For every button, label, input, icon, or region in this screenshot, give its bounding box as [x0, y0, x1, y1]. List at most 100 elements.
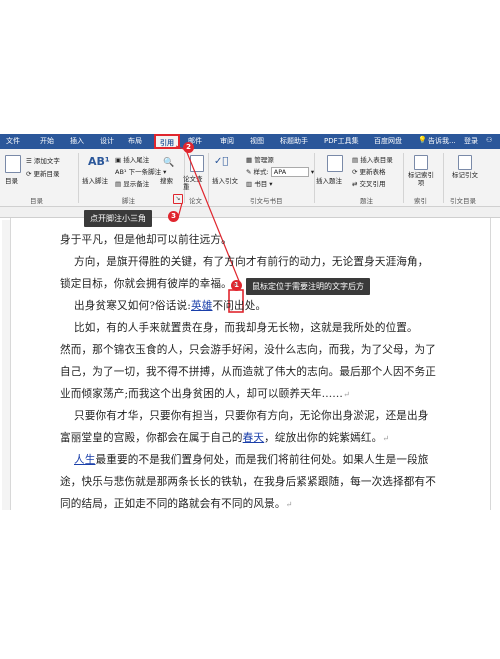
add-text-button[interactable]: ☰ 添加文字 — [26, 155, 60, 165]
paper-lookup-button[interactable]: 论文查重 — [183, 175, 207, 191]
cross-reference-label: 交叉引用 — [359, 180, 386, 188]
style-label: 样式: — [253, 168, 269, 176]
doc-text: 富丽堂皇的宫殿，你都会在属于自己的 — [60, 432, 243, 444]
doc-paragraph-line: 比如，有的人手来就置贵在身，而我却身无长物，这就是我所处的位置。 — [74, 322, 418, 334]
show-notes-button[interactable]: ▤ 显示备注 — [115, 178, 149, 188]
add-text-label: 添加文字 — [33, 157, 60, 165]
table-of-contents-icon — [5, 155, 21, 173]
update-table-label: 更新表格 — [359, 168, 386, 176]
insert-caption-button[interactable]: 插入题注 — [316, 175, 342, 185]
doc-text: 出身贫寒又如何?俗话说: — [74, 300, 191, 312]
group-separator — [403, 153, 404, 203]
doc-paragraph-line: 人生最重要的不是我们置身何处，而是我们将前往何处。如果人生是一段旅 — [74, 452, 429, 467]
tab-view[interactable]: 视图 — [250, 136, 264, 146]
manage-sources-label: 管理源 — [254, 156, 274, 164]
toc-button[interactable]: 目录 — [5, 175, 18, 185]
update-table-button[interactable]: ⟳ 更新表格 — [352, 166, 386, 176]
tab-file[interactable]: 文件 — [6, 136, 20, 146]
doc-text: 同的结局，正如走不同的路就会有不同的风景。 — [60, 498, 286, 510]
doc-text: 锁定目标，你就会拥有彼岸的幸福。 — [60, 278, 232, 290]
insert-footnote-button[interactable]: 插入脚注 — [82, 175, 108, 185]
doc-paragraph-line: 然而，那个锦衣玉食的人，只会游手好闲，没什么志向，而我，为了父母，为了 — [60, 344, 437, 356]
search-button[interactable]: 搜索 — [160, 175, 173, 185]
callout-position-cursor: 鼠标定位于需要注明的文字后方 — [246, 278, 370, 295]
doc-paragraph-line: 自己，为了一切，我不得不拼搏，从而造就了伟大的志向。最后那个人因不务正 — [60, 366, 437, 378]
share-icon[interactable]: ⚇ — [486, 136, 492, 144]
tab-pdf-tools[interactable]: PDF工具集 — [324, 136, 359, 146]
insert-caption-icon — [327, 155, 343, 172]
vertical-ruler[interactable] — [2, 220, 10, 510]
group-label-footnotes: 脚注 — [122, 197, 135, 205]
doc-paragraph-line: 途，快乐与悲伤就是那两条长长的铁轨，在我身后紧紧跟随，每一次选择都有不 — [60, 476, 437, 488]
mark-entry-icon — [414, 155, 428, 170]
group-label-paper: 论文 — [189, 197, 202, 205]
doc-paragraph-line: 锁定目标，你就会拥有彼岸的幸福。↵ — [60, 276, 239, 291]
tab-baidu-pan[interactable]: 百度网盘 — [374, 136, 402, 146]
paragraph-mark-icon: ↵ — [231, 280, 239, 289]
horizontal-ruler[interactable] — [0, 207, 500, 218]
show-notes-label: 显示备注 — [123, 180, 150, 188]
insert-endnote-label: 插入尾注 — [123, 156, 150, 164]
group-label-index: 索引 — [414, 197, 427, 205]
tab-home[interactable]: 开始 — [40, 136, 54, 146]
insert-endnote-button[interactable]: ▣ 插入尾注 — [115, 154, 149, 164]
group-label-captions: 题注 — [360, 197, 373, 205]
login-link[interactable]: 登录 — [464, 136, 478, 146]
footnote-dialog-launcher-icon[interactable]: ↘ — [173, 194, 183, 204]
doc-paragraph-line: 只要你有才华，只要你有担当，只要你有方向，无论你出身淤泥，还是出身 — [74, 410, 429, 422]
doc-text: 业而倾家荡产;而我这个出身贫困的人，却可以颐养天年…… — [60, 388, 344, 400]
update-toc-label: 更新目录 — [33, 170, 60, 178]
style-dropdown[interactable]: APA — [270, 167, 309, 177]
doc-paragraph-line: 富丽堂皇的宫殿，你都会在属于自己的春天，绽放出你的姹紫嫣红。↵ — [60, 430, 389, 445]
doc-paragraph-line: 业而倾家荡产;而我这个出身贫困的人，却可以颐养天年……↵ — [60, 386, 350, 401]
mark-entry-button[interactable]: 标记索引项 — [408, 171, 434, 187]
page-right-edge — [490, 218, 491, 510]
doc-paragraph-line: 出身贫寒又如何?俗话说:英雄不问出处。 — [74, 298, 266, 313]
doc-paragraph-line: 方向，是旗开得胜的关键，有了方向才有前行的动力，无论置身天涯海角， — [74, 256, 429, 268]
lightbulb-icon: 💡 — [418, 136, 427, 144]
insert-table-of-figures-label: 插入表目录 — [360, 156, 393, 164]
tab-insert[interactable]: 插入 — [70, 136, 84, 146]
manage-sources-button[interactable]: ▦ 管理源 — [246, 154, 274, 164]
doc-paragraph-line: 身于平凡，但是他却可以前往远方。 — [60, 234, 232, 246]
page-left-edge — [10, 218, 11, 510]
paper-lookup-icon — [190, 155, 204, 172]
mark-citation-icon — [458, 155, 472, 170]
paragraph-mark-icon: ↵ — [382, 434, 390, 443]
hero-link[interactable]: 英雄 — [191, 300, 213, 312]
callout-open-footnote: 点开脚注小三角 — [84, 210, 152, 227]
ribbon-tab-bar: 文件 开始 插入 设计 布局 引用 邮件 审阅 视图 标题助手 PDF工具集 百… — [0, 134, 500, 149]
update-toc-button[interactable]: ⟳ 更新目录 — [26, 168, 60, 178]
insert-citation-button[interactable]: 插入引文 — [212, 175, 238, 185]
spring-link[interactable]: 春天 — [243, 432, 265, 444]
group-separator — [78, 153, 79, 203]
next-footnote-button[interactable]: AB¹ 下一条脚注 ▾ — [115, 166, 166, 176]
footnote-ab-icon: AB¹ — [88, 155, 110, 168]
paragraph-mark-icon: ↵ — [285, 500, 293, 509]
cross-reference-button[interactable]: ⇄ 交叉引用 — [352, 178, 386, 188]
group-label-citations: 引文与书目 — [250, 197, 283, 205]
style-selector[interactable]: ✎ 样式: APA ▾ — [246, 166, 314, 177]
tab-design[interactable]: 设计 — [100, 136, 114, 146]
bibliography-button[interactable]: ▥ 书目 ▾ — [246, 178, 273, 188]
doc-text: 不问出处。 — [212, 300, 267, 312]
search-icon: 🔍 — [163, 158, 175, 168]
doc-text: 最重要的不是我们置身何处，而是我们将前往何处。如果人生是一段旅 — [95, 454, 429, 466]
tab-title-helper[interactable]: 标题助手 — [280, 136, 308, 146]
life-link[interactable]: 人生 — [74, 454, 96, 466]
paragraph-mark-icon: ↵ — [343, 390, 350, 399]
tab-layout[interactable]: 布局 — [128, 136, 142, 146]
bibliography-label: 书目 — [254, 180, 268, 188]
tab-review[interactable]: 审阅 — [220, 136, 234, 146]
group-separator — [443, 153, 444, 203]
tell-me-search[interactable]: 告诉我... — [428, 136, 456, 146]
tab-references[interactable]: 引用 — [154, 134, 180, 149]
step-badge-3: 3 — [168, 211, 179, 222]
insert-table-of-figures-button[interactable]: ▤ 插入表目录 — [352, 154, 393, 164]
group-separator — [314, 153, 315, 203]
next-footnote-label: 下一条脚注 — [128, 168, 162, 176]
mark-citation-button[interactable]: 标记引文 — [452, 171, 478, 179]
group-separator — [208, 153, 209, 203]
doc-paragraph-line: 同的结局，正如走不同的路就会有不同的风景。↵ — [60, 496, 292, 511]
doc-text: ，绽放出你的姹紫嫣红。 — [264, 432, 383, 444]
